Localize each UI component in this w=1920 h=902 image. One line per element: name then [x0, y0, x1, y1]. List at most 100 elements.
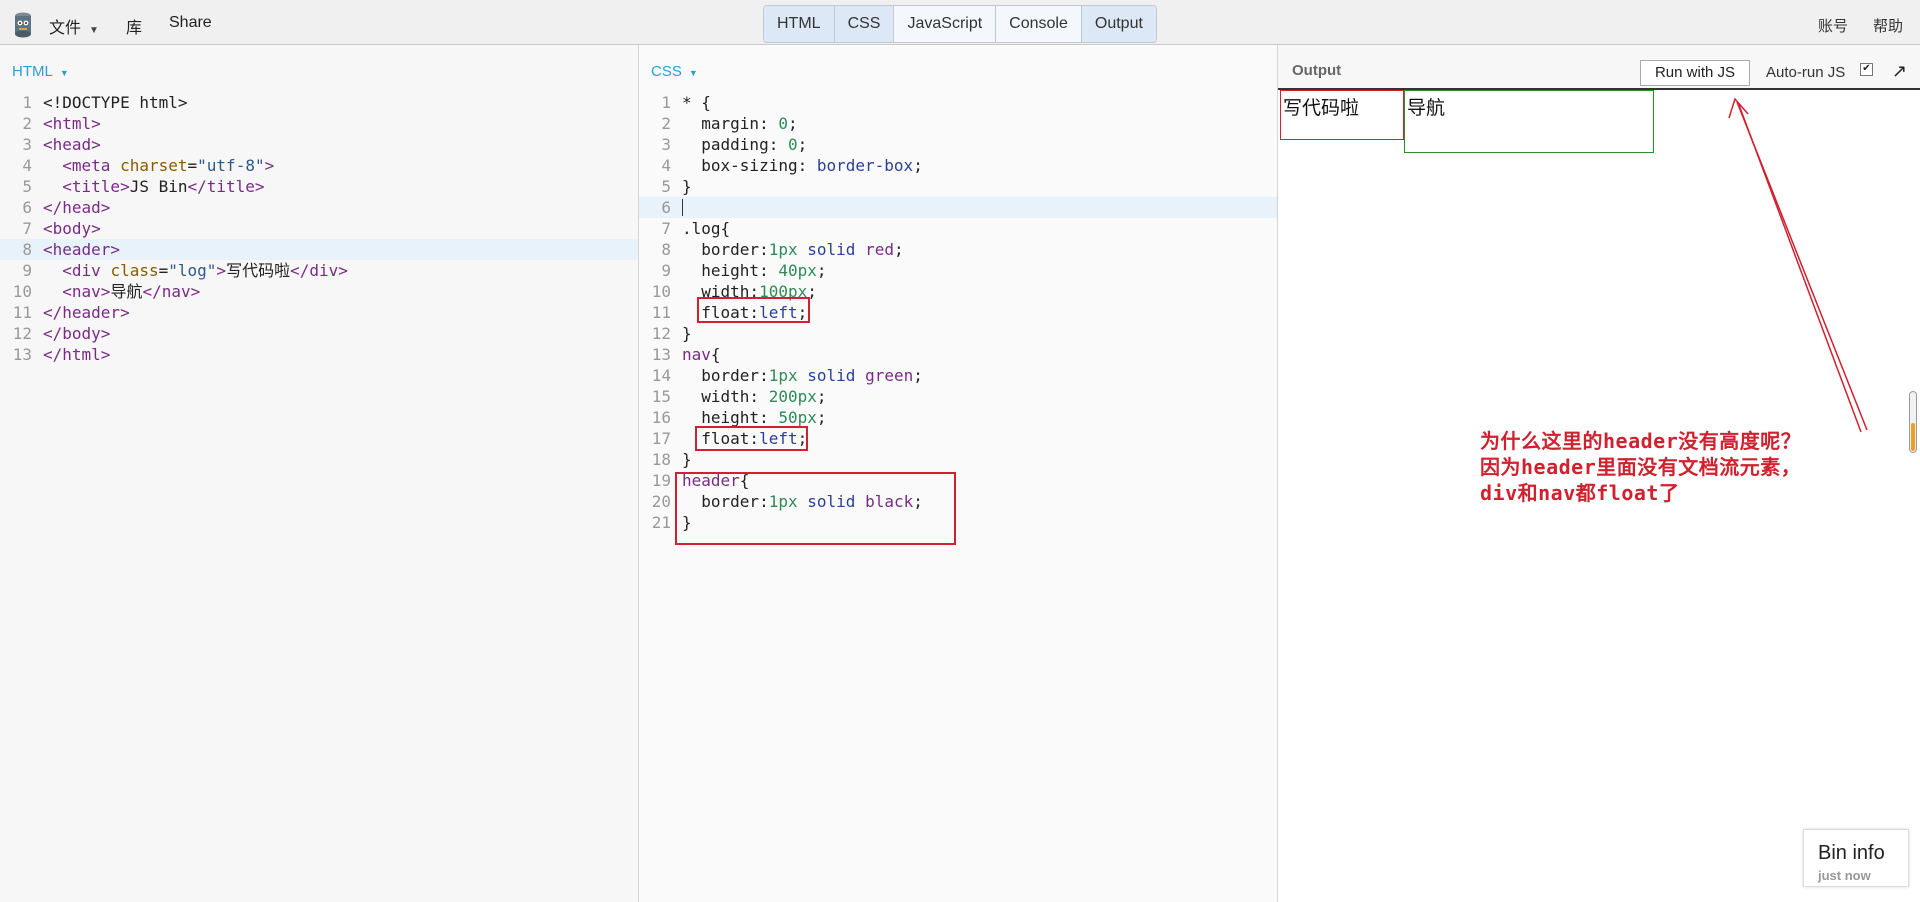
output-header: Output Run with JS Auto-run JS ✔ ↗ — [1278, 45, 1920, 90]
html-panel-label[interactable]: HTML ▼ — [12, 63, 69, 80]
tab-output[interactable]: Output — [1081, 6, 1156, 42]
code-line: 1 <!DOCTYPE html> — [0, 92, 638, 113]
code-line: 7 <body> — [0, 218, 638, 239]
annotation-box-log-float — [697, 297, 810, 323]
line-number: 11 — [651, 303, 671, 322]
code-text: <head> — [43, 135, 101, 154]
line-number: 9 — [22, 261, 32, 280]
code-text: border:1px solid red; — [682, 240, 904, 259]
code-text: </head> — [43, 198, 111, 217]
run-with-js-button[interactable]: Run with JS — [1640, 60, 1750, 86]
line-number: 1 — [22, 93, 32, 112]
code-line: 5} — [639, 176, 1277, 197]
code-line-active: 6 — [639, 197, 1277, 218]
code-text: nav{ — [682, 345, 721, 364]
code-line: 1 * { — [639, 92, 1277, 113]
code-text: <header> — [43, 240, 121, 259]
code-text: } — [682, 177, 692, 196]
line-number: 8 — [22, 240, 32, 259]
rendered-log-box: 写代码啦 — [1280, 90, 1404, 140]
output-panel-label: Output — [1292, 62, 1342, 79]
code-line: 9 <div class="log">写代码啦</div> — [0, 260, 638, 281]
line-number: 20 — [651, 492, 671, 511]
code-text: } — [682, 450, 692, 469]
autorun-checkbox[interactable]: ✔ — [1860, 63, 1873, 76]
code-text: .log{ — [682, 219, 731, 238]
code-text: height: 40px; — [682, 261, 827, 280]
tab-javascript[interactable]: JavaScript — [894, 6, 997, 42]
bin-info-widget[interactable]: Bin info just now — [1803, 829, 1909, 887]
file-menu-label: 文件 — [49, 20, 82, 37]
code-text: </html> — [43, 345, 111, 364]
line-number: 14 — [651, 366, 671, 385]
share-menu[interactable]: Share — [169, 14, 212, 32]
line-number: 1 — [661, 93, 671, 112]
code-text: <nav>导航</nav> — [62, 282, 201, 301]
library-menu[interactable]: 库 — [126, 14, 142, 38]
code-line: 7 .log{ — [639, 218, 1277, 239]
line-number: 19 — [651, 471, 671, 490]
line-number: 12 — [651, 324, 671, 343]
line-number: 2 — [22, 114, 32, 133]
jsbin-logo-icon[interactable] — [11, 11, 35, 39]
annotation-line-1: 为什么这里的header没有高度呢？ — [1480, 429, 1802, 453]
code-text: } — [682, 324, 692, 343]
line-number: 3 — [661, 135, 671, 154]
css-panel-title: CSS — [651, 63, 682, 80]
account-link[interactable]: 账号 — [1818, 15, 1848, 36]
line-number: 2 — [661, 114, 671, 133]
scroll-indicator-fill — [1911, 423, 1915, 451]
line-number: 6 — [22, 198, 32, 217]
popout-arrow-icon[interactable]: ↗ — [1892, 61, 1907, 82]
file-menu[interactable]: 文件 ▼ — [49, 14, 99, 38]
line-number: 17 — [651, 429, 671, 448]
code-line: 4 box-sizing: border-box; — [639, 155, 1277, 176]
annotation-text: 为什么这里的header没有高度呢？ 因为header里面没有文档流元素， di… — [1480, 428, 1880, 506]
line-number: 3 — [22, 135, 32, 154]
tab-console[interactable]: Console — [996, 6, 1082, 42]
code-line: 9 height: 40px; — [639, 260, 1277, 281]
code-text: padding: 0; — [682, 135, 808, 154]
tab-css[interactable]: CSS — [834, 6, 895, 42]
code-line: 16 height: 50px; — [639, 407, 1277, 428]
tab-html[interactable]: HTML — [764, 6, 835, 42]
scroll-indicator[interactable] — [1909, 391, 1917, 453]
rendered-nav-box: 导航 — [1404, 90, 1654, 153]
code-line: 12} — [639, 323, 1277, 344]
line-number: 12 — [12, 324, 32, 343]
code-line: 6 </head> — [0, 197, 638, 218]
code-text: </header> — [43, 303, 130, 322]
code-line: 13 nav{ — [639, 344, 1277, 365]
code-line: 4 <meta charset="utf-8"> — [0, 155, 638, 176]
line-number: 10 — [651, 282, 671, 301]
help-link[interactable]: 帮助 — [1873, 15, 1903, 36]
annotation-box-nav-float — [695, 426, 808, 451]
css-panel-label[interactable]: CSS ▼ — [651, 63, 698, 80]
line-number: 5 — [22, 177, 32, 196]
code-text: </body> — [43, 324, 111, 343]
line-number: 21 — [651, 513, 671, 532]
line-number: 10 — [12, 282, 32, 301]
bin-info-title: Bin info — [1818, 842, 1885, 864]
caret-down-icon: ▼ — [688, 68, 698, 78]
css-editor-panel[interactable]: CSS ▼ 1 * { 2 margin: 0; 3 padding: 0; 4 b… — [639, 45, 1278, 902]
html-code-editor[interactable]: 1 <!DOCTYPE html> 2 <html> 3 <head> 4 <meta… — [0, 92, 638, 365]
annotation-box-header-rule — [675, 472, 956, 545]
line-number: 13 — [651, 345, 671, 364]
code-line: 10 <nav>导航</nav> — [0, 281, 638, 302]
autorun-label: Auto-run JS — [1766, 64, 1846, 81]
code-text: <title>JS Bin</title> — [62, 177, 265, 196]
code-line: 14 border:1px solid green; — [639, 365, 1277, 386]
bin-info-subtitle: just now — [1818, 868, 1871, 883]
code-line: 15 width: 200px; — [639, 386, 1277, 407]
code-line: 18} — [639, 449, 1277, 470]
top-bar: 文件 ▼ 库 Share HTML CSS JavaScript Console … — [0, 0, 1920, 45]
code-text: <!DOCTYPE html> — [43, 93, 188, 112]
output-panel[interactable]: Output Run with JS Auto-run JS ✔ ↗ 写代码啦 … — [1278, 45, 1920, 902]
html-editor-panel[interactable]: HTML ▼ 1 <!DOCTYPE html> 2 <html> 3 <head> 4… — [0, 45, 639, 902]
code-text: <div class="log">写代码啦</div> — [62, 261, 348, 280]
code-line: 2 <html> — [0, 113, 638, 134]
line-number: 9 — [661, 261, 671, 280]
code-text: width: 200px; — [682, 387, 827, 406]
code-text: <meta charset="utf-8"> — [62, 156, 275, 175]
